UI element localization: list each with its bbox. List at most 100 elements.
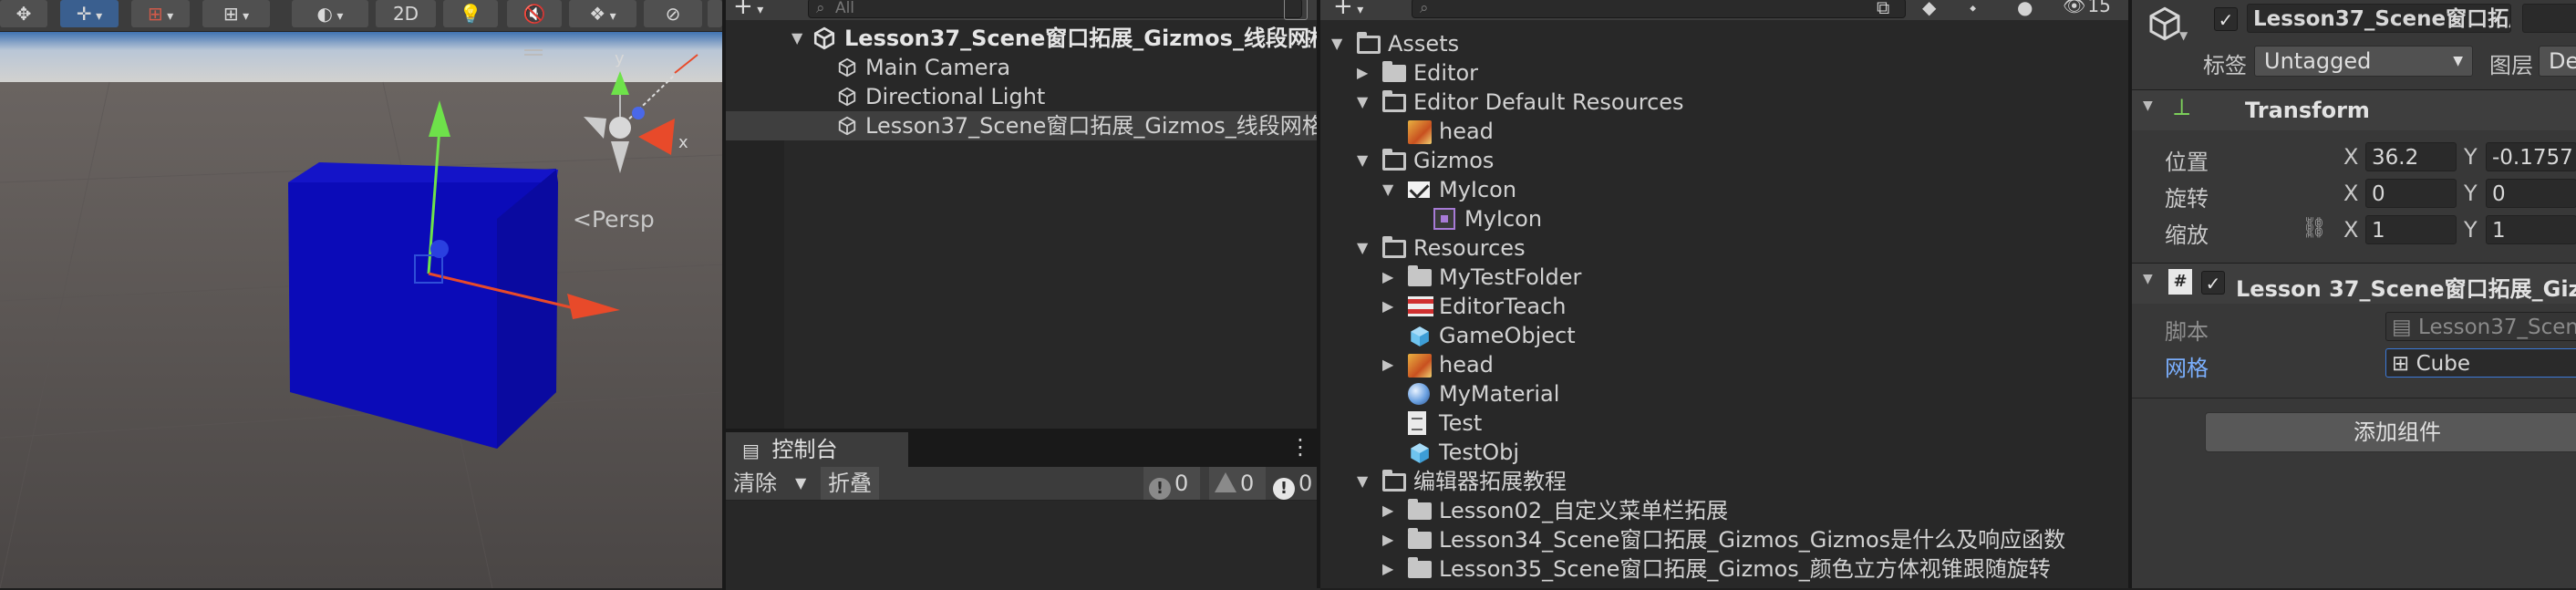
create-asset-button[interactable]: + ▾: [1333, 0, 1363, 20]
clear-button[interactable]: 清除: [733, 467, 777, 500]
project-item-0[interactable]: ▼ Assets: [1320, 29, 2132, 58]
static-toggle[interactable]: [2522, 4, 2576, 33]
collapsed-arrow-icon[interactable]: ▶: [1382, 496, 1393, 525]
project-item-15[interactable]: ▼ 编辑器拓展教程: [1320, 467, 2132, 496]
sprite-icon: [1433, 208, 1455, 230]
toggle-2d-button[interactable]: 2D: [376, 0, 436, 27]
toolbar-overflow[interactable]: [708, 0, 722, 27]
collapsed-arrow-icon[interactable]: ▶: [1382, 350, 1393, 379]
audio-button[interactable]: 🔇: [507, 0, 562, 27]
info-filter-toggle[interactable]: ! 0: [1143, 467, 1200, 500]
position-y-field[interactable]: -0.1757: [2486, 142, 2576, 171]
project-item-8[interactable]: ▶ MyTestFolder: [1320, 263, 2132, 292]
project-item-label: GameObject: [1439, 323, 1576, 348]
project-item-18[interactable]: ▶ Lesson35_Scene窗口拓展_Gizmos_颜色立方体视锥跟随旋转: [1320, 554, 2132, 584]
hierarchy-item-label: Directional Light: [865, 84, 1046, 109]
project-item-3[interactable]: head: [1320, 117, 2132, 146]
tag-icon[interactable]: ⬩: [1970, 0, 1976, 18]
project-item-label: MyMaterial: [1439, 381, 1560, 407]
rotation-y-field[interactable]: 0: [2486, 179, 2576, 208]
rotation-x-field[interactable]: 0: [2365, 179, 2457, 208]
project-item-4[interactable]: ▼ Gizmos: [1320, 146, 2132, 175]
project-item-9[interactable]: ▶ EditorTeach: [1320, 292, 2132, 321]
collapsed-arrow-icon[interactable]: ▶: [1382, 554, 1393, 584]
transform-header[interactable]: ▼ ⟂ Transform: [2132, 89, 2576, 130]
expand-arrow-icon[interactable]: ▼: [1357, 233, 1368, 263]
effects-button[interactable]: ❖ ▾: [569, 0, 636, 27]
create-button[interactable]: + ▾: [733, 0, 763, 20]
chevron-down-icon[interactable]: ▼: [2179, 29, 2188, 42]
search-options-icon[interactable]: [1284, 0, 1308, 20]
project-item-6[interactable]: MyIcon: [1320, 204, 2132, 233]
search-by-label-icon[interactable]: ◆: [1922, 0, 1936, 18]
script-field[interactable]: ▤ Lesson37_Scene: [2385, 312, 2576, 341]
collapse-button[interactable]: 折叠: [821, 467, 879, 500]
expand-arrow-icon[interactable]: ▼: [1357, 467, 1368, 496]
hierarchy-item-lesson37[interactable]: Lesson37_Scene窗口拓展_Gizmos_线段网格绘: [726, 111, 1320, 140]
lighting-button[interactable]: 💡: [443, 0, 498, 27]
scene-root-row[interactable]: ▼ Lesson37_Scene窗口拓展_Gizmos_线段网格 ⋮: [726, 24, 1320, 53]
clear-options-dropdown[interactable]: ▼: [795, 467, 806, 500]
project-item-11[interactable]: ▶ head: [1320, 350, 2132, 379]
tag-dropdown[interactable]: Untagged ▼: [2254, 46, 2473, 77]
project-item-5[interactable]: ▼ MyIcon: [1320, 175, 2132, 204]
position-x-field[interactable]: 36.2: [2365, 142, 2457, 171]
hidden-objects-button[interactable]: ⊘: [644, 0, 702, 27]
console-tab-label: 控制台: [771, 437, 838, 462]
project-item-label: MyIcon: [1439, 177, 1517, 202]
warning-filter-toggle[interactable]: 0: [1209, 467, 1266, 500]
mesh-field[interactable]: ⊞ Cube: [2385, 348, 2576, 378]
add-component-button[interactable]: 添加组件: [2205, 412, 2576, 452]
grid-button[interactable]: ⊞ ▾: [202, 0, 270, 27]
script-component-header[interactable]: ▼ # ✓ Lesson 37_Scene窗口拓展_Gizmos: [2132, 263, 2576, 304]
project-item-label: Editor: [1413, 60, 1479, 86]
project-item-2[interactable]: ▼ Editor Default Resources: [1320, 88, 2132, 117]
grid-icon: ⊞: [222, 3, 239, 25]
hierarchy-item-main-camera[interactable]: Main Camera: [726, 53, 1320, 82]
hidden-packages-toggle[interactable]: 👁 15: [2063, 0, 2111, 16]
scale-y-field[interactable]: 1: [2486, 215, 2576, 244]
scale-x-field[interactable]: 1: [2365, 215, 2457, 244]
tab-console[interactable]: ▤ 控制台: [726, 432, 908, 467]
project-search-input[interactable]: ⌕: [1412, 0, 1906, 18]
collapsed-arrow-icon[interactable]: ▶: [1382, 292, 1393, 321]
expand-arrow-icon[interactable]: ▼: [1382, 175, 1393, 204]
project-item-10[interactable]: GameObject: [1320, 321, 2132, 350]
object-name-field[interactable]: Lesson37_Scene窗口拓展: [2247, 4, 2511, 33]
project-item-17[interactable]: ▶ Lesson34_Scene窗口拓展_Gizmos_Gizmos是什么及响应函…: [1320, 525, 2132, 554]
scene-canvas[interactable]: y x: [0, 0, 722, 588]
project-item-label: Gizmos: [1413, 148, 1495, 173]
project-item-12[interactable]: MyMaterial: [1320, 379, 2132, 409]
rotation-label: 旋转: [2165, 186, 2209, 212]
layer-dropdown[interactable]: Default: [2539, 46, 2576, 77]
move-tool-button[interactable]: ✛ ▾: [60, 0, 119, 27]
active-toggle[interactable]: ✓: [2214, 7, 2238, 31]
scene-view[interactable]: y x <Persp ✥ ✛ ▾ ⊞ ▾ ⊞ ▾ ◐ ▾ 2D 💡 🔇 ❖ ▾ …: [0, 0, 722, 588]
collapsed-arrow-icon[interactable]: ▶: [1382, 263, 1393, 292]
expand-arrow-icon[interactable]: ▼: [1331, 29, 1342, 58]
hierarchy-item-directional-light[interactable]: Directional Light: [726, 82, 1320, 111]
unity-scene-icon: [813, 26, 835, 50]
project-item-1[interactable]: ▶ Editor: [1320, 58, 2132, 88]
snap-button[interactable]: ⊞ ▾: [131, 0, 190, 27]
project-item-13[interactable]: Test: [1320, 409, 2132, 438]
persp-label[interactable]: <Persp: [573, 206, 655, 233]
snap-icon: ⊞: [147, 3, 163, 25]
collapsed-arrow-icon[interactable]: ▶: [1357, 58, 1368, 88]
project-item-16[interactable]: ▶ Lesson02_自定义菜单栏拓展: [1320, 496, 2132, 525]
collapsed-arrow-icon[interactable]: ▶: [1382, 525, 1393, 554]
error-filter-toggle[interactable]: ! 0: [1269, 467, 1320, 500]
constrain-proportions-icon[interactable]: ⛓: [2302, 217, 2327, 240]
expand-arrow-icon[interactable]: ▼: [1357, 146, 1368, 175]
alert-icon[interactable]: ●: [2017, 0, 2033, 18]
expand-arrow-icon[interactable]: ▼: [1357, 88, 1368, 117]
kebab-menu-icon[interactable]: ⋮: [1289, 434, 1311, 460]
project-item-7[interactable]: ▼ Resources: [1320, 233, 2132, 263]
project-item-14[interactable]: TestObj: [1320, 438, 2132, 467]
prefab-icon: [1411, 443, 1429, 463]
script-enabled-toggle[interactable]: ✓: [2201, 271, 2225, 295]
tool-handle-button[interactable]: ✥: [0, 0, 47, 27]
hierarchy-search-input[interactable]: ⌕ All: [808, 0, 1302, 18]
draw-mode-button[interactable]: ◐ ▾: [292, 0, 368, 27]
search-by-type-icon[interactable]: ⧉: [1877, 0, 1889, 18]
